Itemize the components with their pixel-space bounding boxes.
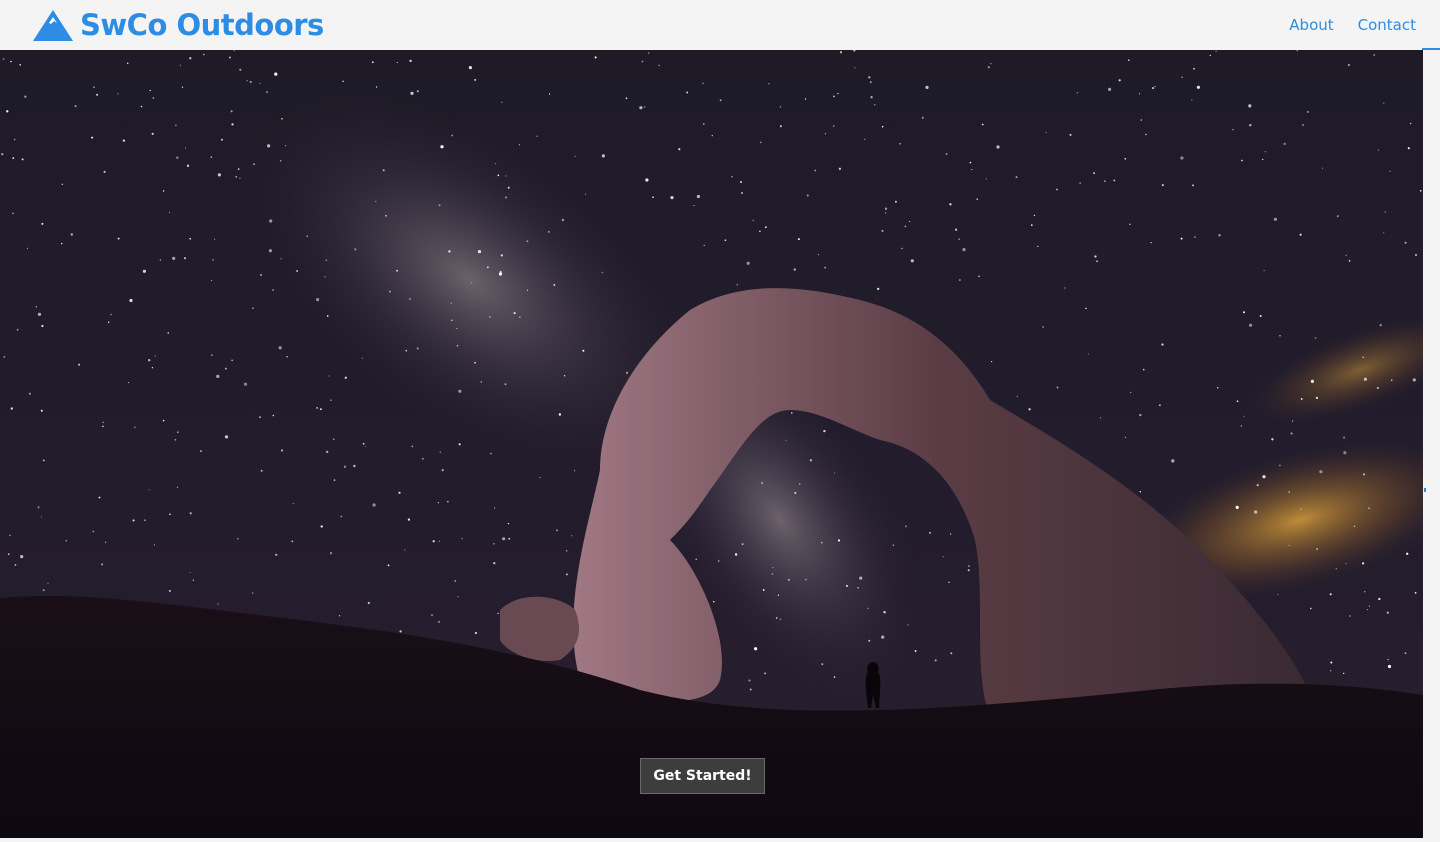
mountain-icon bbox=[33, 10, 73, 41]
get-started-button[interactable]: Get Started! bbox=[640, 758, 765, 794]
page-bottom-edge bbox=[0, 838, 1423, 842]
brand-link[interactable]: SwCo Outdoors bbox=[32, 6, 324, 44]
scrollbar[interactable] bbox=[1423, 50, 1440, 842]
nav-link-about[interactable]: About bbox=[1289, 16, 1333, 34]
scrollbar-thumb[interactable] bbox=[1424, 488, 1426, 492]
site-header: SwCo Outdoors About Contact bbox=[0, 0, 1440, 50]
hero-section: Get Started! bbox=[0, 50, 1423, 838]
nav-link-contact[interactable]: Contact bbox=[1358, 16, 1416, 34]
hero-background-image bbox=[0, 50, 1423, 838]
brand-name: SwCo Outdoors bbox=[80, 8, 324, 42]
main-nav: About Contact bbox=[1289, 0, 1416, 50]
